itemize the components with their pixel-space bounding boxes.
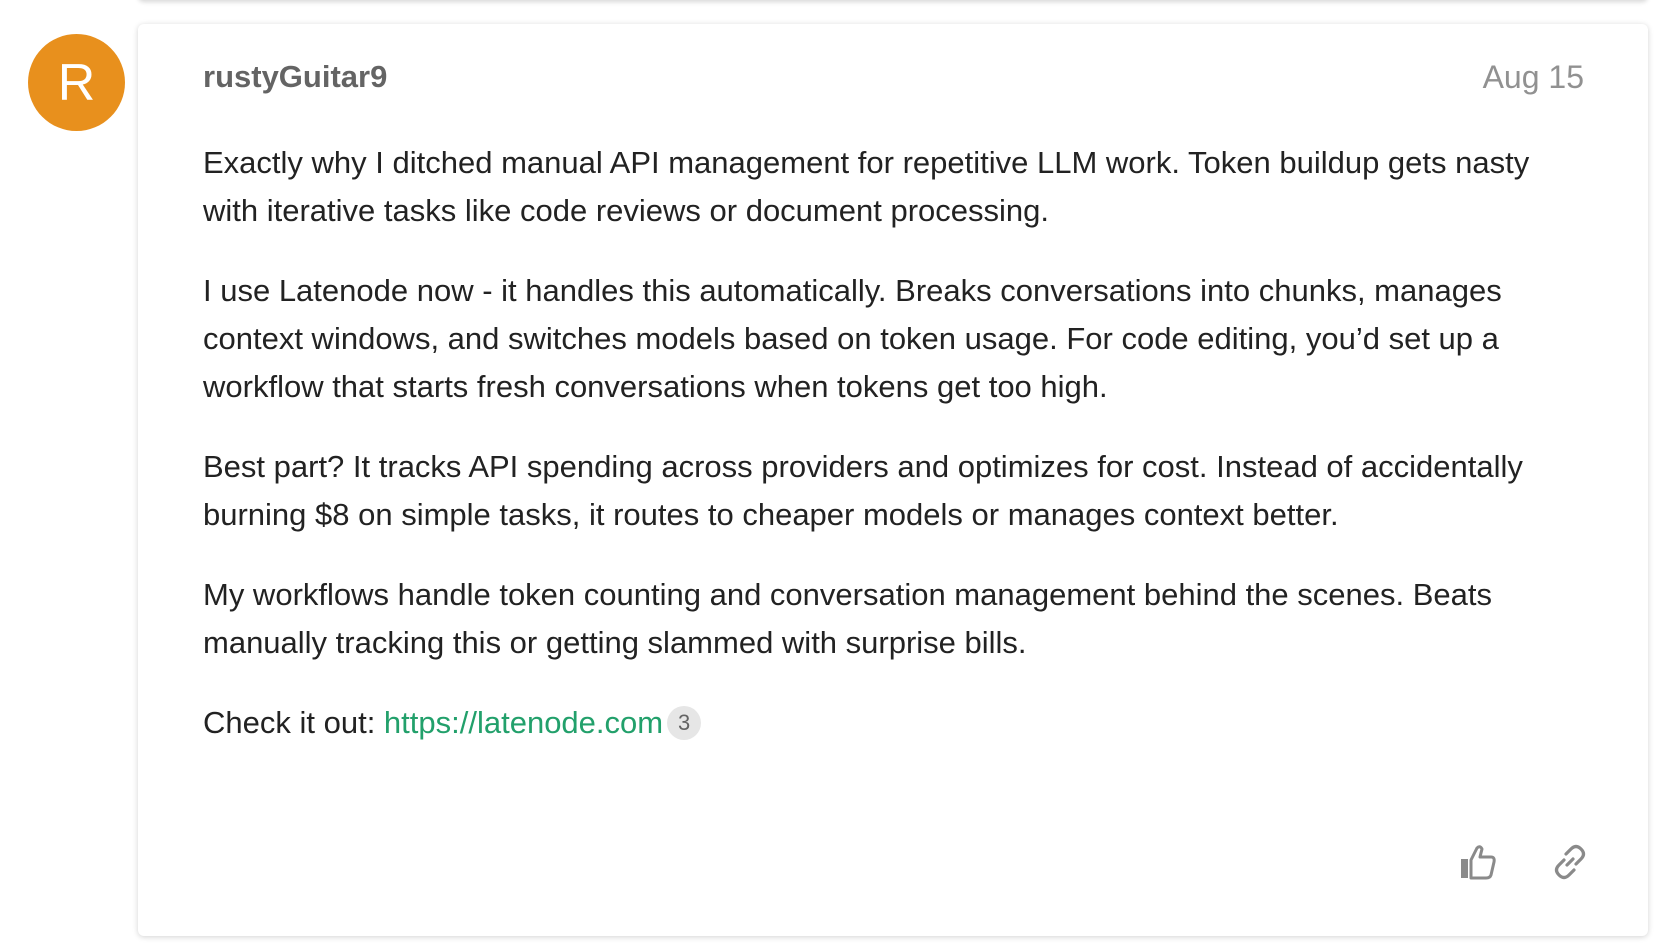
post-card: rustyGuitar9 Aug 15 Exactly why I ditche…	[138, 24, 1648, 936]
link-click-count: 3	[667, 706, 702, 740]
post-paragraph: Best part? It tracks API spending across…	[203, 449, 1523, 532]
post-paragraph: Exactly why I ditched manual API managem…	[203, 145, 1530, 228]
latenode-link[interactable]: https://latenode.com	[384, 705, 663, 740]
post-date[interactable]: Aug 15	[1483, 59, 1584, 96]
thumbs-up-icon	[1461, 845, 1496, 880]
post-body: Exactly why I ditched manual API managem…	[203, 139, 1588, 779]
post-paragraph: My workflows handle token counting and c…	[203, 577, 1492, 660]
share-link-button[interactable]	[1548, 840, 1592, 884]
link-icon	[1554, 844, 1586, 880]
post-link-paragraph: Check it out: https://latenode.com 3	[203, 699, 1588, 747]
post-actions	[1456, 840, 1592, 884]
username[interactable]: rustyGuitar9	[203, 59, 387, 95]
like-button[interactable]	[1456, 840, 1500, 884]
avatar-letter: R	[57, 53, 96, 112]
post-header: rustyGuitar9 Aug 15	[203, 59, 1584, 99]
link-prefix: Check it out:	[203, 705, 384, 740]
avatar[interactable]: R	[28, 34, 125, 131]
post-paragraph: I use Latenode now - it handles this aut…	[203, 273, 1502, 404]
